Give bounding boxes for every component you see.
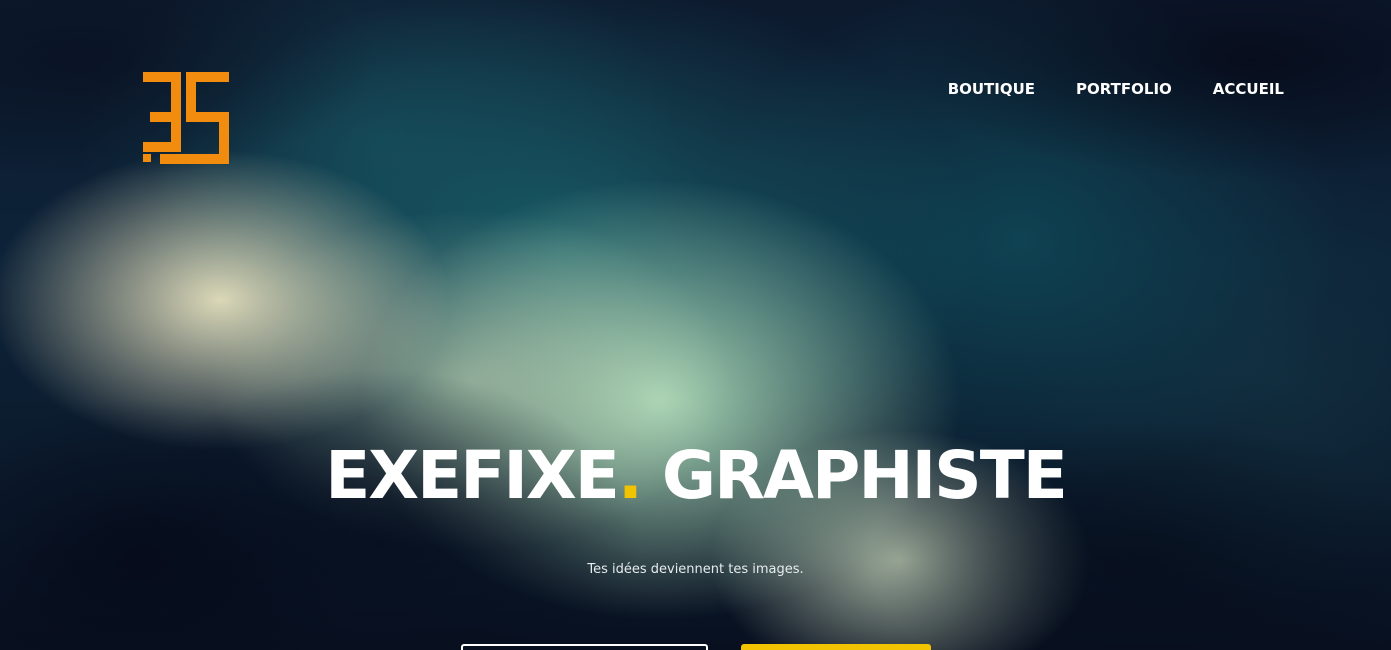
- hero-section: BOUTIQUE PORTFOLIO ACCUEIL EXEFIXE. GRAP…: [0, 0, 1391, 650]
- hero-title-name: EXEFIXE: [325, 437, 620, 514]
- hero-title-role: GRAPHISTE: [640, 437, 1068, 514]
- hero-outline-button[interactable]: [461, 644, 708, 650]
- nav-link-boutique[interactable]: BOUTIQUE: [948, 78, 1035, 100]
- hero-tagline: Tes idées deviennent tes images.: [587, 562, 804, 577]
- main-nav: BOUTIQUE PORTFOLIO ACCUEIL: [948, 78, 1284, 100]
- nav-link-accueil[interactable]: ACCUEIL: [1213, 78, 1284, 100]
- nav-link-portfolio[interactable]: PORTFOLIO: [1076, 78, 1172, 100]
- logo-icon[interactable]: [142, 72, 230, 164]
- hero-title: EXEFIXE. GRAPHISTE: [0, 436, 1391, 516]
- hero-title-dot: .: [617, 437, 643, 514]
- hero-primary-button[interactable]: [741, 644, 931, 650]
